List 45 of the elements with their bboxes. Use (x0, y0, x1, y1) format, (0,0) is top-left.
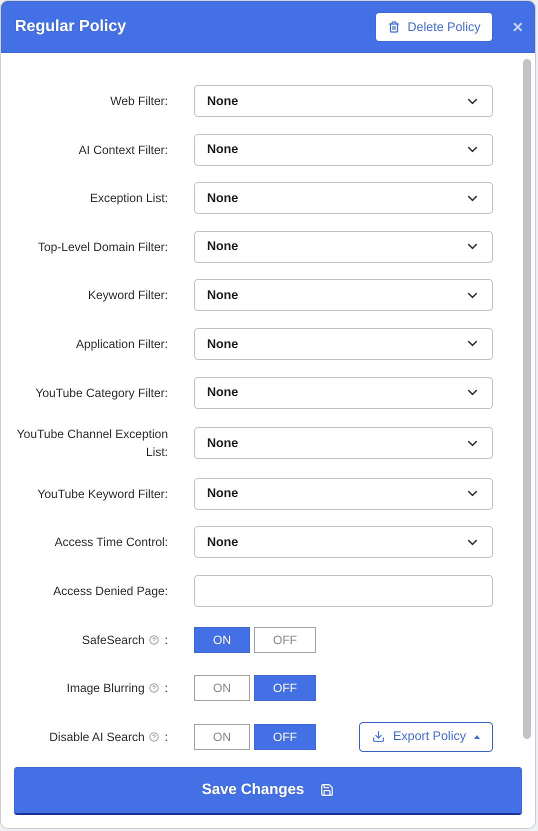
select-field[interactable]: None (194, 85, 493, 117)
label-colon: : (164, 728, 168, 746)
field-label: Image Blurring (66, 680, 145, 698)
field-label: Keyword Filter: (88, 287, 168, 304)
toggle-option[interactable]: OFF (254, 675, 316, 702)
field-label: Access Time Control: (54, 534, 168, 552)
toggle-option[interactable]: OFF (254, 626, 316, 653)
dialog-title: Regular Policy (15, 17, 126, 37)
help-icon (148, 683, 159, 694)
select-field[interactable]: None (194, 279, 493, 312)
input-field[interactable] (194, 574, 493, 607)
delete-policy-button[interactable]: Delete Policy (376, 13, 492, 41)
field-label: YouTube Keyword Filter: (37, 486, 168, 503)
scrollbar[interactable] (523, 59, 531, 739)
select-field[interactable]: None (194, 427, 493, 460)
toggle-option[interactable]: ON (194, 724, 250, 750)
select-field[interactable]: None (194, 478, 493, 510)
toggle-option[interactable]: OFF (254, 724, 316, 750)
field-label: Access Denied Page: (53, 582, 168, 600)
select-field[interactable]: None (194, 182, 493, 214)
field-label: YouTube Category Filter: (35, 384, 168, 402)
select-field[interactable]: None (194, 376, 493, 409)
help-icon (148, 732, 159, 742)
caret-icon (474, 734, 480, 739)
download-icon (372, 730, 386, 744)
label-colon: : (164, 680, 168, 698)
help-icon (148, 634, 159, 645)
select-field[interactable]: None (194, 230, 493, 263)
field-label: YouTube Channel Exception List: (16, 426, 168, 462)
field-label: Web Filter: (110, 93, 168, 110)
toggle-option[interactable]: ON (194, 626, 250, 653)
select-field[interactable]: None (194, 134, 493, 166)
field-label: AI Context Filter: (78, 142, 168, 159)
save-changes-button[interactable]: Save Changes (14, 767, 522, 815)
field-label: Top-Level Domain Filter: (38, 238, 168, 256)
field-label: Disable AI Search (49, 728, 145, 746)
select-field[interactable]: None (194, 526, 493, 558)
label-colon: : (164, 632, 168, 649)
select-field[interactable]: None (194, 328, 493, 360)
trash-icon (388, 21, 400, 33)
export-policy-button[interactable]: Export Policy (359, 722, 493, 752)
field-label: Application Filter: (76, 336, 168, 353)
toggle-option[interactable]: ON (194, 675, 250, 702)
field-label: Exception List: (90, 190, 168, 208)
field-label: SafeSearch (82, 632, 145, 649)
